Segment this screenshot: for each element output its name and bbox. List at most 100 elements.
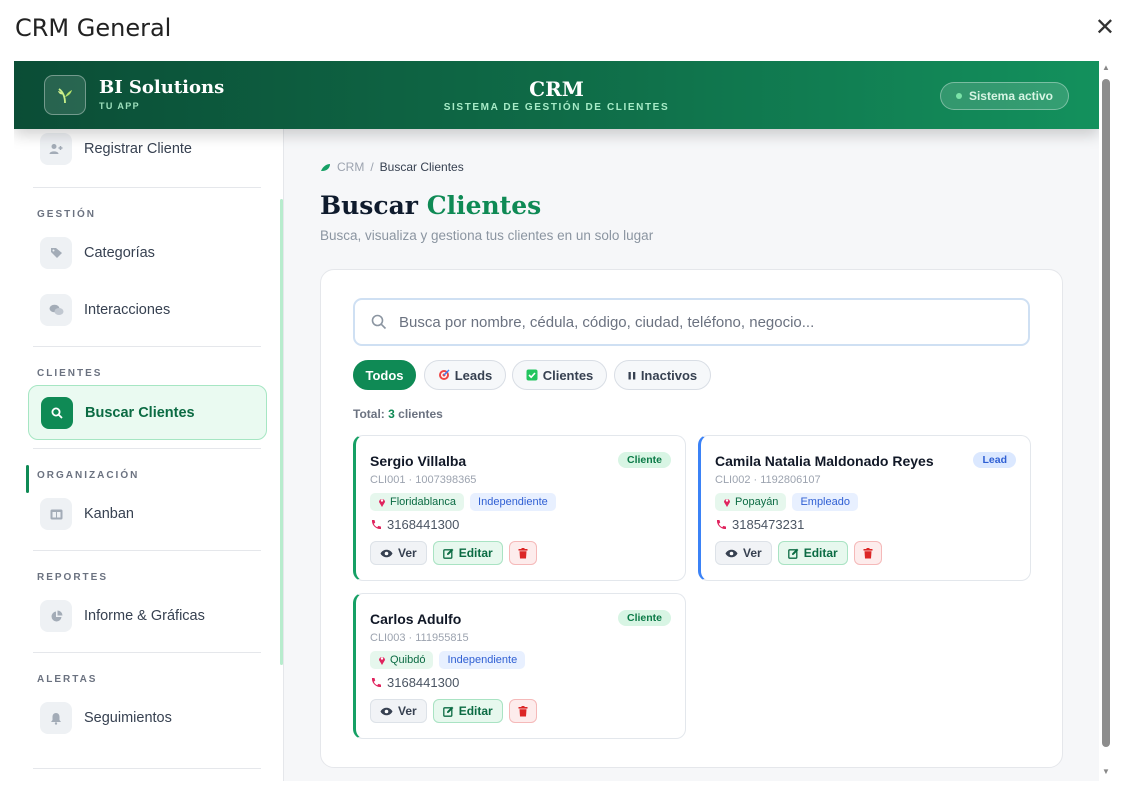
sidebar-item-label: Buscar Clientes [85, 404, 195, 421]
check-box-icon [526, 369, 538, 381]
breadcrumb-separator: / [370, 160, 374, 174]
edit-button[interactable]: Editar [432, 541, 503, 565]
total-prefix: Total: [353, 407, 385, 421]
sidebar-item-label: Seguimientos [84, 710, 172, 726]
edit-label: Editar [458, 704, 493, 718]
sidebar-item-label: Registrar Cliente [84, 141, 192, 157]
client-card[interactable]: Carlos Adulfo Cliente CLI003 · 111955815… [353, 593, 686, 739]
sidebar-item-kanban[interactable]: Kanban [28, 488, 267, 540]
sidebar-item-label: Kanban [84, 506, 134, 522]
total-count: Total: 3 clientes [353, 407, 443, 421]
edit-icon [787, 548, 799, 559]
client-code: CLI002 · 1192806107 [715, 474, 821, 486]
eye-icon [380, 549, 393, 557]
page-scrollbar[interactable]: ▲ ▼ [1101, 61, 1111, 781]
edit-button[interactable]: Editar [777, 541, 848, 565]
client-phone: 3185473231 [715, 517, 804, 532]
scroll-down-icon[interactable]: ▼ [1101, 767, 1111, 776]
app-frame: BI Solutions TU APP CRM SISTEMA DE GESTI… [14, 61, 1099, 781]
search-input[interactable] [399, 313, 999, 331]
page-title-main: Buscar [320, 191, 418, 220]
view-label: Ver [743, 546, 762, 560]
eye-icon [725, 549, 738, 557]
section-label-alertas: ALERTAS [37, 674, 98, 685]
section-label-gestion: GESTIÓN [37, 209, 97, 220]
status-badge: Cliente [617, 610, 671, 626]
filter-clientes[interactable]: Clientes [512, 360, 607, 390]
phone-number: 3168441300 [387, 675, 460, 690]
page-subtitle: Busca, visualiza y gestiona tus clientes… [320, 228, 654, 243]
filter-inactivos[interactable]: Inactivos [614, 360, 711, 390]
client-actions: Ver Editar [370, 541, 537, 565]
page-title: Buscar Clientes [320, 191, 541, 220]
city-tag: Popayán [715, 493, 787, 511]
edit-icon [442, 548, 454, 559]
delete-button[interactable] [508, 541, 537, 565]
client-card[interactable]: Camila Natalia Maldonado Reyes Lead CLI0… [698, 435, 1031, 581]
phone-icon [716, 519, 726, 529]
breadcrumb-root[interactable]: CRM [337, 160, 364, 174]
eye-icon [380, 707, 393, 715]
view-button[interactable]: Ver [715, 541, 772, 565]
edit-icon [442, 706, 454, 717]
filter-todos[interactable]: Todos [353, 360, 416, 390]
client-actions: Ver Editar [715, 541, 882, 565]
client-code: CLI003 · 111955815 [370, 632, 469, 644]
city-tag: Floridablanca [370, 493, 465, 511]
delete-button[interactable] [853, 541, 882, 565]
filter-label: Clientes [542, 367, 594, 383]
client-card[interactable]: Sergio Villalba Cliente CLI001 · 1007398… [353, 435, 686, 581]
search-field[interactable] [353, 298, 1030, 346]
client-name: Sergio Villalba [370, 453, 467, 469]
city-label: Floridablanca [390, 496, 457, 508]
sidebar-item-interacciones[interactable]: Interacciones [28, 284, 267, 336]
divider [33, 346, 261, 347]
map-pin-icon [379, 657, 385, 665]
client-tags: Popayán Empleado [715, 493, 858, 511]
add-user-icon [40, 133, 72, 165]
scroll-up-icon[interactable]: ▲ [1101, 63, 1111, 72]
client-name: Camila Natalia Maldonado Reyes [715, 453, 934, 469]
sidebar-item-seguimientos[interactable]: Seguimientos [28, 692, 267, 744]
delete-button[interactable] [508, 699, 537, 723]
app-header: BI Solutions TU APP CRM SISTEMA DE GESTI… [14, 61, 1099, 129]
filter-label: Leads [454, 367, 493, 383]
view-button[interactable]: Ver [370, 699, 427, 723]
phone-number: 3168441300 [387, 517, 460, 532]
sidebar-item-categorias[interactable]: Categorías [28, 227, 267, 279]
section-label-organizacion: ORGANIZACIÓN [37, 470, 140, 481]
comments-icon [40, 294, 72, 326]
scrollbar-thumb[interactable] [1102, 79, 1110, 747]
map-pin-icon [379, 499, 385, 507]
view-label: Ver [398, 546, 417, 560]
client-phone: 3168441300 [370, 517, 459, 532]
pause-icon [628, 371, 636, 379]
status-badge: Cliente [617, 452, 671, 468]
leaf-icon [321, 163, 330, 171]
divider [33, 550, 261, 551]
phone-number: 3185473231 [732, 517, 805, 532]
divider [33, 448, 261, 449]
target-icon [438, 369, 450, 380]
view-button[interactable]: Ver [370, 541, 427, 565]
sidebar-scrollbar[interactable] [280, 199, 283, 665]
job-tag: Independiente [439, 651, 526, 669]
edit-label: Editar [458, 546, 493, 560]
divider [33, 768, 261, 769]
edit-button[interactable]: Editar [432, 699, 503, 723]
pie-chart-icon [40, 600, 72, 632]
job-tag: Independiente [470, 493, 556, 511]
sidebar-item-informe-graficas[interactable]: Informe & Gráficas [28, 590, 267, 642]
page-title-accent: Clientes [426, 191, 542, 220]
city-label: Quibdó [390, 654, 426, 666]
status-dot-icon [955, 93, 962, 99]
sidebar-item-registrar-cliente[interactable]: Registrar Cliente [28, 123, 267, 175]
client-tags: Floridablanca Independiente [370, 493, 556, 511]
sidebar-item-buscar-clientes[interactable]: Buscar Clientes [28, 385, 267, 440]
divider [33, 652, 261, 653]
trash-icon [518, 705, 528, 716]
close-icon[interactable]: ✕ [1095, 16, 1115, 40]
total-suffix: clientes [398, 407, 443, 421]
search-icon [371, 314, 387, 330]
filter-leads[interactable]: Leads [424, 360, 506, 390]
